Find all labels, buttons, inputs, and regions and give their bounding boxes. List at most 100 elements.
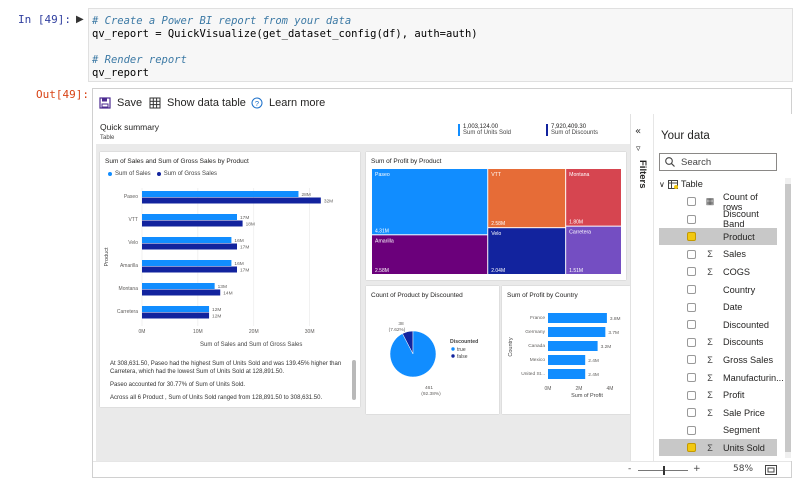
field-item[interactable]: Σ Gross Sales (659, 351, 777, 368)
field-label: Profit (723, 390, 745, 401)
y-axis-label: Product (104, 247, 110, 266)
bar (142, 312, 210, 319)
zoom-slider-thumb[interactable] (663, 466, 665, 475)
sigma-icon: Σ (707, 354, 713, 365)
data-label: 3.8M (610, 316, 621, 322)
field-item[interactable]: Σ COGS (659, 263, 777, 280)
field-checkbox[interactable] (687, 302, 696, 312)
zoom-level: 58% (733, 464, 754, 474)
zoom-in-button[interactable]: + (693, 464, 701, 474)
category-label: Paseo (124, 194, 138, 200)
field-label: Manufacturin... (723, 372, 783, 383)
field-item[interactable]: Σ Profit (659, 387, 777, 404)
field-item[interactable]: Σ Manufacturin... (659, 369, 783, 386)
x-tick-label: 2M (576, 386, 583, 392)
input-prompt: In [49]: (18, 13, 71, 26)
field-checkbox[interactable] (687, 373, 696, 382)
sigma-icon: Σ (707, 372, 713, 383)
field-checkbox[interactable] (687, 285, 696, 294)
field-item[interactable]: Segment (659, 422, 777, 439)
your-data-title: Your data (661, 130, 710, 142)
field-item[interactable]: Σ Sale Price (659, 404, 777, 421)
scrollbar-thumb[interactable] (785, 184, 791, 452)
field-checkbox[interactable] (687, 197, 696, 206)
show-data-table-button[interactable]: Show data table (149, 97, 246, 109)
data-label: 16M (234, 261, 243, 267)
field-item[interactable]: Date (659, 299, 777, 316)
field-checkbox[interactable] (687, 390, 696, 400)
legend-dot (156, 172, 161, 176)
field-checkbox[interactable] (687, 249, 696, 259)
bar (142, 289, 221, 296)
field-item[interactable]: Σ Sales (659, 246, 777, 263)
collapse-pane-icon[interactable]: « (635, 126, 641, 137)
zoom-slider[interactable] (638, 466, 688, 475)
filter-icon[interactable]: ▿ (636, 144, 641, 154)
field-list: ∨ Table ▦ Count of rows Discount Band Produ… (659, 176, 783, 461)
output-prompt: Out[49]: (36, 88, 89, 101)
table-node[interactable]: ∨ Table (659, 176, 703, 192)
field-checkbox[interactable] (687, 425, 696, 435)
narrative-scrollbar[interactable] (352, 360, 356, 400)
kpi-discounts: 7,920,409.30 Sum of Discounts (546, 124, 598, 136)
tile-value: 2.04M (491, 268, 505, 274)
tile-value: 2.58M (491, 221, 505, 227)
field-item[interactable]: Σ Discounts (659, 334, 777, 351)
data-label: 3.2M (601, 344, 612, 350)
zoom-out-button[interactable]: - (628, 464, 631, 474)
profit-treemap-card[interactable]: Sum of Profit by Product Paseo 4.31M Amari… (366, 152, 626, 280)
x-tick-label: 4M (607, 386, 614, 392)
field-checkbox[interactable] (687, 337, 696, 347)
field-label: Gross Sales (723, 354, 774, 365)
filters-tab[interactable]: Filters (634, 160, 650, 210)
bar (142, 260, 232, 266)
bar (142, 197, 321, 204)
chevron-down-icon[interactable]: ∨ (659, 180, 665, 189)
field-item[interactable]: Country (659, 281, 777, 298)
field-list-scrollbar[interactable] (785, 178, 791, 458)
bar (142, 266, 237, 273)
field-checkbox[interactable] (687, 320, 696, 330)
field-checkbox[interactable] (687, 267, 696, 277)
legend-label: Sum of Gross Sales (163, 171, 218, 177)
field-label: Sales (723, 249, 746, 260)
x-axis-label: Sum of Profit (571, 393, 603, 399)
kpi-units-sold: 1,003,124.00 Sum of Units Sold (458, 124, 511, 136)
table-icon (667, 179, 678, 189)
learn-more-button[interactable]: ? Learn more (251, 97, 325, 109)
legend-title: Discounted (450, 339, 478, 345)
legend-label: false (457, 354, 468, 360)
run-indicator-icon[interactable]: ▶ (76, 14, 84, 25)
field-checkbox[interactable] (687, 443, 696, 453)
country-bar-chart-card[interactable]: Sum of Profit by Country 0M 2M 4M France 3.8… (502, 286, 630, 414)
field-item[interactable]: Discounted (659, 316, 777, 333)
discount-pie-card[interactable]: Count of Product by Discounted 38 (7.62%)… (366, 286, 499, 414)
slice-pct: (92.38%) (421, 391, 441, 397)
country-bar-chart: 0M 2M 4M France 3.8M Germany 3.7M Canada 3.2M Mex… (508, 313, 621, 399)
field-item[interactable]: ▦ Count of rows (659, 192, 777, 212)
field-checkbox[interactable] (687, 355, 696, 365)
save-button[interactable]: Save (99, 97, 142, 109)
field-checkbox[interactable] (687, 232, 696, 242)
category-label: Montana (119, 286, 139, 292)
fit-to-page-icon[interactable] (765, 465, 777, 475)
field-label: Sale Price (723, 407, 765, 418)
table-name: Table (680, 179, 703, 189)
sigma-icon: Σ (707, 442, 713, 453)
field-checkbox[interactable] (687, 408, 696, 418)
legend-label: true (457, 347, 466, 353)
data-label: 3.7M (608, 330, 619, 336)
tile-label: Amarilla (375, 238, 394, 244)
field-item[interactable]: Discount Band (659, 209, 777, 229)
field-checkbox[interactable] (687, 214, 696, 224)
field-item[interactable]: Σ Units Sold (659, 439, 777, 457)
search-input[interactable]: Search (659, 153, 777, 171)
field-label: Product (723, 231, 755, 242)
code-cell[interactable]: # Create a Power BI report from your dat… (88, 8, 793, 82)
field-label: Discounted (723, 319, 769, 330)
field-item[interactable]: Product (659, 228, 777, 246)
save-label: Save (117, 97, 143, 109)
x-tick-label: 30M (305, 329, 315, 335)
bar (548, 369, 586, 379)
sales-bar-chart-card[interactable]: Sum of Sales and Sum of Gross Sales by P… (100, 152, 360, 407)
